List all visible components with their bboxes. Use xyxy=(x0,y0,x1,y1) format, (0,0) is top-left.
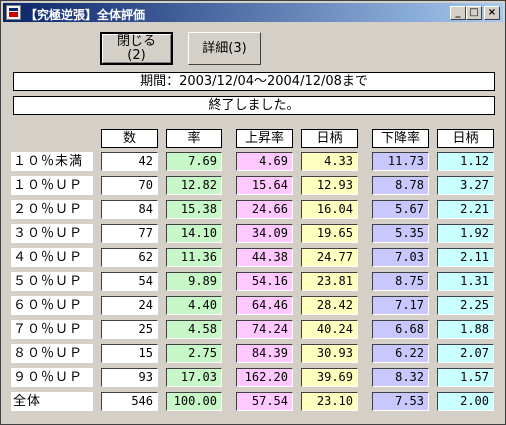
cell-rate: 2.75 xyxy=(166,344,222,363)
cell-rise-days: 39.69 xyxy=(301,368,358,387)
cell-rise-days: 30.93 xyxy=(301,344,358,363)
cell-rise-days: 24.77 xyxy=(301,248,358,267)
cell-rate: 15.38 xyxy=(166,200,222,219)
row-label: １０％ＵＰ xyxy=(11,176,93,195)
cell-count: 25 xyxy=(101,320,158,339)
cell-fall-days: 1.31 xyxy=(437,272,494,291)
cell-rise-rate: 74.24 xyxy=(236,320,293,339)
cell-fall-days: 1.57 xyxy=(437,368,494,387)
cell-count: 24 xyxy=(101,296,158,315)
cell-fall-rate: 8.75 xyxy=(372,272,429,291)
cell-rate: 7.69 xyxy=(166,152,222,171)
cell-rate: 11.36 xyxy=(166,248,222,267)
cell-fall-rate: 7.53 xyxy=(372,392,429,411)
row-label: ９０％ＵＰ xyxy=(11,368,93,387)
detail-button[interactable]: 詳細(3) xyxy=(188,32,261,65)
app-icon[interactable] xyxy=(6,5,21,20)
cell-fall-days: 2.21 xyxy=(437,200,494,219)
row-label: １０％未満 xyxy=(11,152,93,171)
cell-rise-days: 40.24 xyxy=(301,320,358,339)
title-bar[interactable]: 【究極逆張】全体評価 _ □ × xyxy=(3,3,503,22)
cell-fall-days: 2.00 xyxy=(437,392,494,411)
maximize-button[interactable]: □ xyxy=(466,6,482,20)
cell-fall-days: 1.12 xyxy=(437,152,494,171)
row-label: ４０％ＵＰ xyxy=(11,248,93,267)
cell-count: 93 xyxy=(101,368,158,387)
period-field: 期間：2003/12/04～2004/12/08まで xyxy=(13,72,495,91)
cell-rise-rate: 24.66 xyxy=(236,200,293,219)
cell-fall-rate: 6.68 xyxy=(372,320,429,339)
main-window: 【究極逆張】全体評価 _ □ × 閉じる (2) 詳細(3) 期間：2003/1… xyxy=(0,0,506,425)
cell-rate: 9.89 xyxy=(166,272,222,291)
cell-rate: 100.00 xyxy=(166,392,222,411)
cell-count: 62 xyxy=(101,248,158,267)
cell-count: 70 xyxy=(101,176,158,195)
row-label: ３０％ＵＰ xyxy=(11,224,93,243)
column-header-rate: 率 xyxy=(166,129,222,148)
cell-count: 84 xyxy=(101,200,158,219)
cell-fall-rate: 11.73 xyxy=(372,152,429,171)
cell-rise-rate: 54.16 xyxy=(236,272,293,291)
cell-fall-rate: 5.35 xyxy=(372,224,429,243)
row-label: ６０％ＵＰ xyxy=(11,296,93,315)
cell-fall-days: 1.92 xyxy=(437,224,494,243)
row-label: 全体 xyxy=(11,392,93,411)
close-button-label: 閉じる xyxy=(116,34,156,49)
row-label: ５０％ＵＰ xyxy=(11,272,93,291)
cell-rise-rate: 84.39 xyxy=(236,344,293,363)
cell-rise-rate: 64.46 xyxy=(236,296,293,315)
cell-rate: 14.10 xyxy=(166,224,222,243)
row-label: ８０％ＵＰ xyxy=(11,344,93,363)
cell-count: 15 xyxy=(101,344,158,363)
cell-fall-rate: 7.17 xyxy=(372,296,429,315)
cell-count: 42 xyxy=(101,152,158,171)
cell-rise-days: 4.33 xyxy=(301,152,358,171)
window-title: 【究極逆張】全体評価 xyxy=(25,8,146,22)
column-header-rise-days: 日柄 xyxy=(301,129,358,148)
cell-rise-rate: 15.64 xyxy=(236,176,293,195)
cell-count: 54 xyxy=(101,272,158,291)
cell-fall-rate: 5.67 xyxy=(372,200,429,219)
cell-fall-rate: 8.32 xyxy=(372,368,429,387)
close-window-button[interactable]: × xyxy=(484,6,500,20)
cell-fall-days: 1.88 xyxy=(437,320,494,339)
status-field: 終了しました。 xyxy=(13,96,495,115)
column-header-rise-rate: 上昇率 xyxy=(236,129,293,148)
close-button[interactable]: 閉じる (2) xyxy=(100,32,173,65)
cell-rise-rate: 34.09 xyxy=(236,224,293,243)
cell-rise-rate: 57.54 xyxy=(236,392,293,411)
cell-rise-rate: 162.20 xyxy=(236,368,293,387)
column-header-fall-days: 日柄 xyxy=(437,129,494,148)
cell-rise-days: 28.42 xyxy=(301,296,358,315)
cell-count: 77 xyxy=(101,224,158,243)
row-label: ２０％ＵＰ xyxy=(11,200,93,219)
cell-fall-days: 2.25 xyxy=(437,296,494,315)
minimize-button[interactable]: _ xyxy=(450,6,466,20)
cell-fall-days: 3.27 xyxy=(437,176,494,195)
cell-rate: 4.40 xyxy=(166,296,222,315)
cell-rise-rate: 4.69 xyxy=(236,152,293,171)
cell-count: 546 xyxy=(101,392,158,411)
cell-rise-days: 23.10 xyxy=(301,392,358,411)
close-button-hotkey: (2) xyxy=(127,48,146,63)
cell-rise-rate: 44.38 xyxy=(236,248,293,267)
cell-rate: 12.82 xyxy=(166,176,222,195)
cell-rate: 4.58 xyxy=(166,320,222,339)
cell-rise-days: 12.93 xyxy=(301,176,358,195)
column-header-fall-rate: 下降率 xyxy=(372,129,429,148)
row-label: ７０％ＵＰ xyxy=(11,320,93,339)
cell-rate: 17.03 xyxy=(166,368,222,387)
cell-fall-rate: 6.22 xyxy=(372,344,429,363)
cell-fall-rate: 8.78 xyxy=(372,176,429,195)
cell-fall-days: 2.11 xyxy=(437,248,494,267)
column-header-count: 数 xyxy=(101,129,158,148)
cell-rise-days: 16.04 xyxy=(301,200,358,219)
cell-fall-rate: 7.03 xyxy=(372,248,429,267)
cell-rise-days: 23.81 xyxy=(301,272,358,291)
cell-rise-days: 19.65 xyxy=(301,224,358,243)
cell-fall-days: 2.07 xyxy=(437,344,494,363)
